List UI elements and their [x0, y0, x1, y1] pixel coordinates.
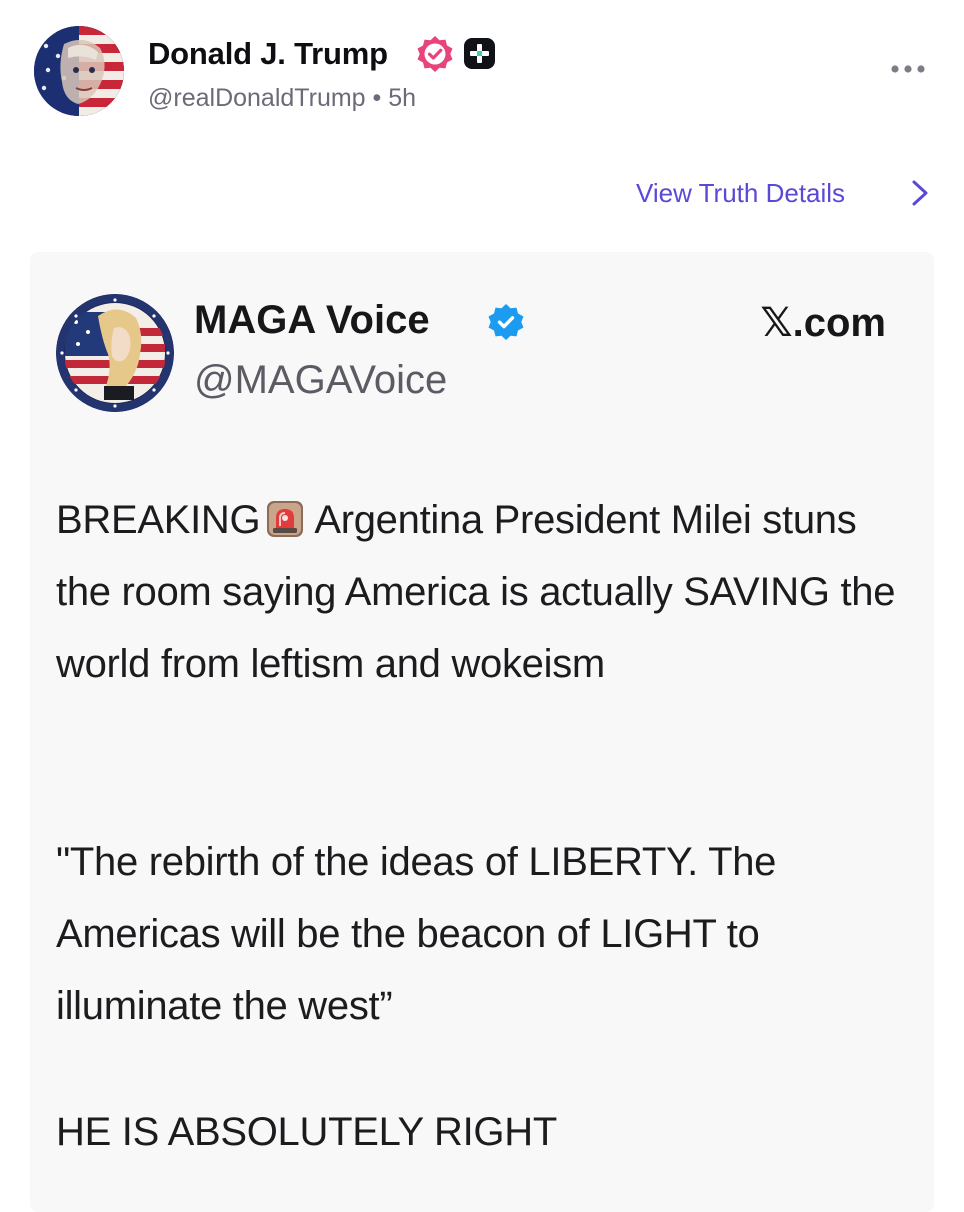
embed-author-avatar — [56, 294, 174, 412]
more-options-button[interactable] — [884, 52, 932, 86]
embed-author-name: MAGA Voice — [194, 298, 430, 342]
embed-author-handle: @MAGAVoice — [194, 358, 448, 402]
breaking-label: BREAKING — [56, 498, 261, 542]
verified-badge-icon — [415, 34, 455, 74]
blue-verified-icon — [486, 302, 526, 342]
embed-paragraph-3: HE IS ABSOLUTELY RIGHT — [56, 1110, 557, 1154]
view-truth-details-label: View Truth Details — [636, 178, 846, 208]
author-handle-line: @realDonaldTrump • 5h — [148, 84, 416, 113]
plus-badge-icon — [464, 38, 495, 69]
author-handle[interactable]: @realDonaldTrump — [148, 84, 366, 112]
view-truth-details-link[interactable]: View Truth Details — [636, 172, 936, 216]
chevron-right-icon — [908, 176, 932, 210]
embed-paragraph-1: BREAKING Argentina President Milei stuns… — [56, 484, 916, 700]
embed-paragraph-2: "The rebirth of the ideas of LIBERTY. Th… — [56, 840, 777, 1028]
embedded-post-image[interactable]: MAGA Voice @MAGAVoice 𝕏.com BREAKING Arg… — [30, 252, 934, 1212]
siren-icon — [266, 489, 304, 537]
author-name[interactable]: Donald J. Trump — [148, 36, 388, 72]
post-header: Donald J. Trump @realDonaldTrump • 5h — [0, 0, 964, 140]
embed-source-label: 𝕏.com — [760, 301, 886, 345]
post-time: 5h — [388, 84, 417, 112]
ellipsis-icon — [891, 65, 925, 73]
author-avatar[interactable] — [34, 26, 124, 116]
separator-dot: • — [372, 84, 382, 112]
